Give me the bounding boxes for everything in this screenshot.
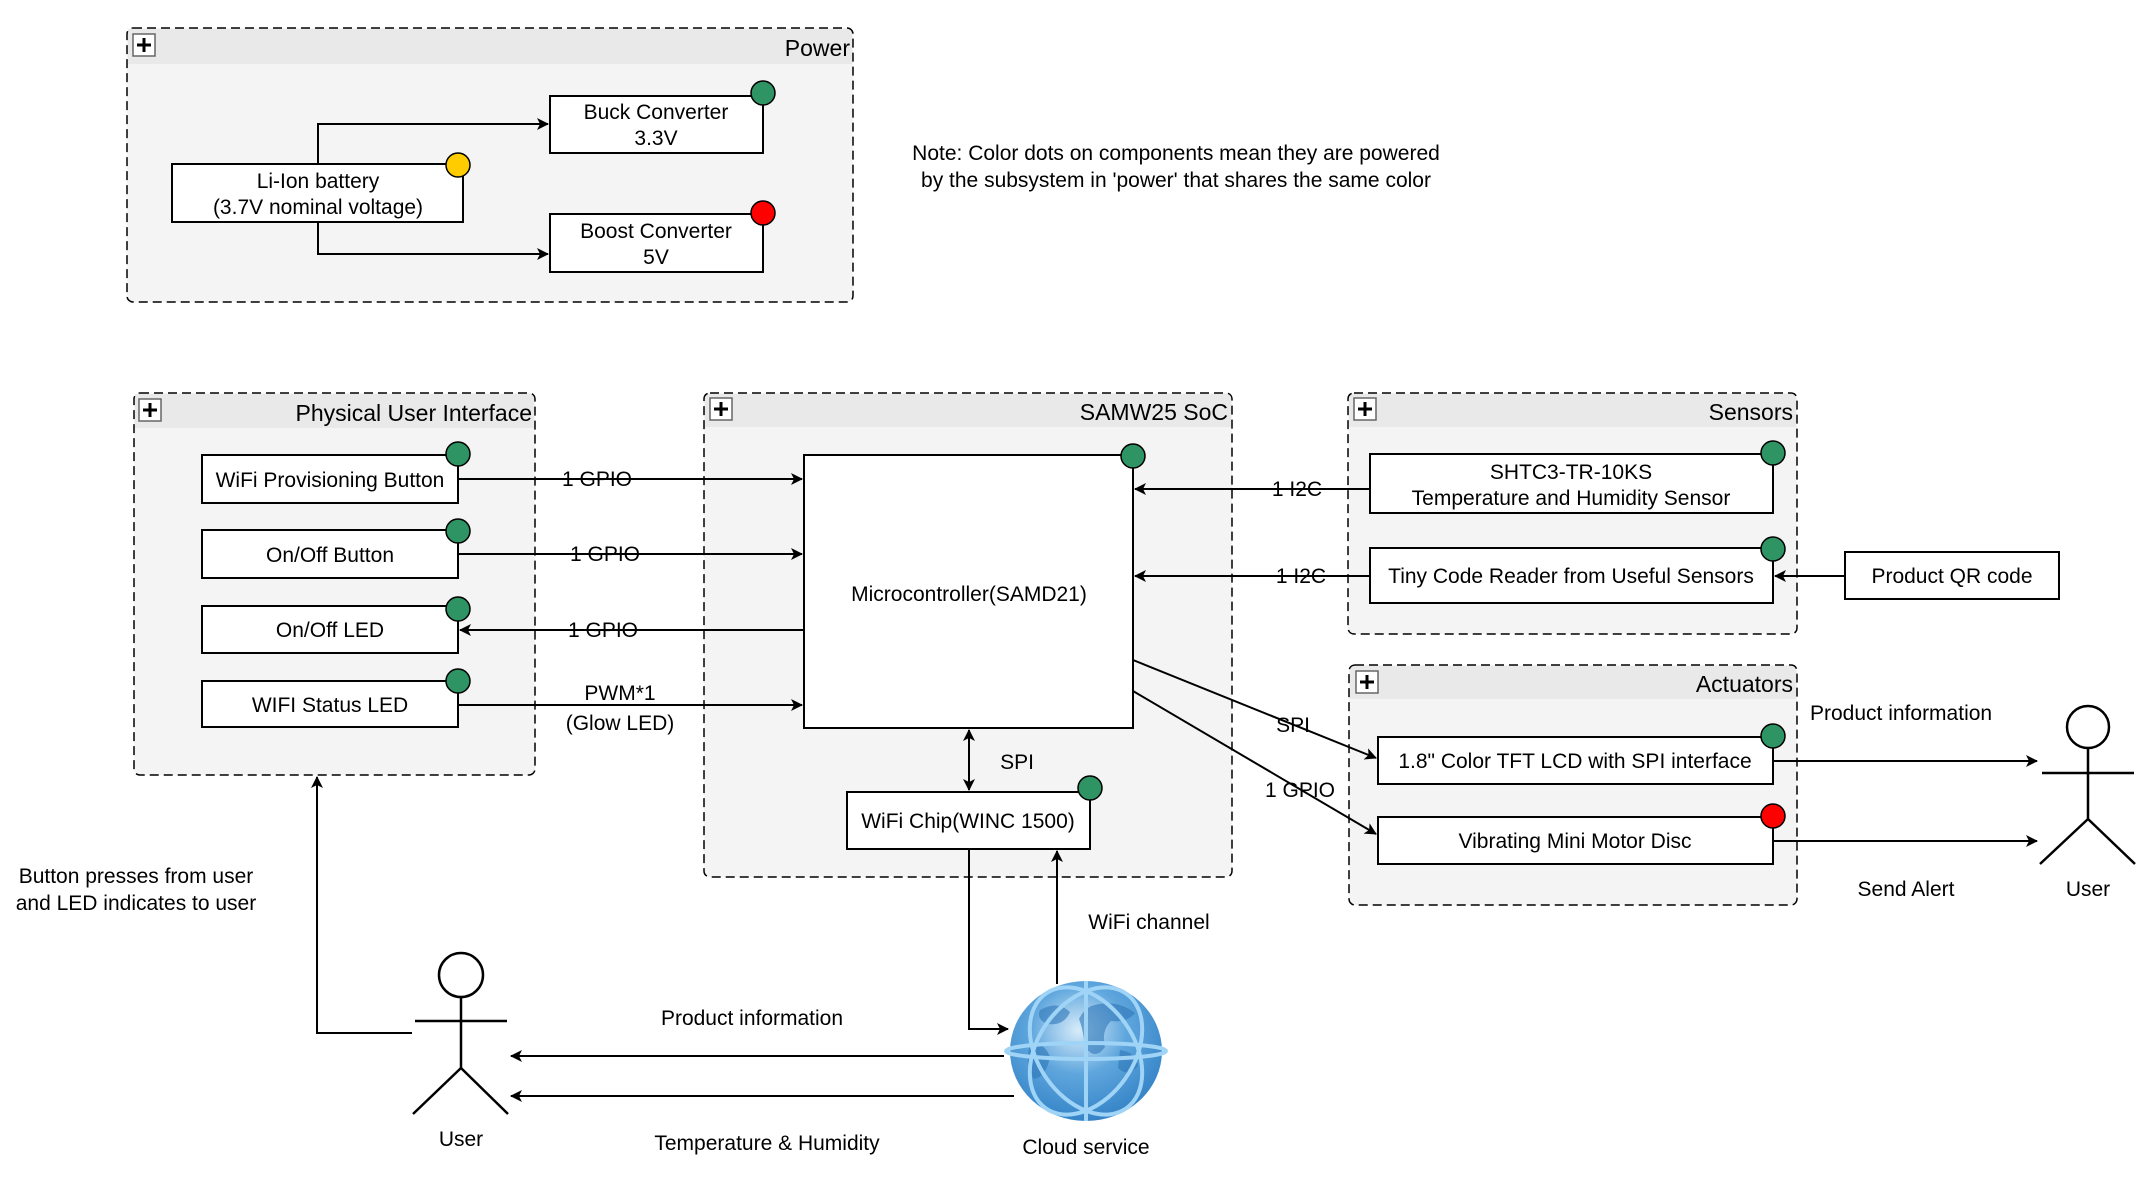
power-expand-button[interactable] <box>132 33 156 57</box>
block-diagram: Power Li-Ion battery (3.7V nominal volta… <box>16 27 2136 1159</box>
microcontroller-block[interactable]: Microcontroller(SAMD21) <box>803 443 1146 729</box>
actuators-group-title: Actuators <box>1696 671 1793 697</box>
actuators-expand-button[interactable] <box>1355 670 1379 694</box>
power-dot-red <box>1760 803 1786 829</box>
wifi-status-led-label: WIFI Status LED <box>252 694 408 717</box>
cloud-temp-humidity-label: Temperature & Humidity <box>654 1132 880 1155</box>
user-to-pui-label: Button presses from user and LED indicat… <box>16 865 256 915</box>
onoff-led-block[interactable]: On/Off LED <box>201 596 471 654</box>
soc-group: SAMW25 SoC Microcontroller(SAMD21) SPI W… <box>703 392 1233 878</box>
color-legend-note: Note: Color dots on components mean they… <box>912 142 1440 192</box>
power-dot-green <box>1077 775 1103 801</box>
product-qr-code-label: Product QR code <box>1871 565 2032 588</box>
boost-converter-label: Boost Converter <box>580 220 732 243</box>
wifi-provisioning-button-label: WiFi Provisioning Button <box>216 469 445 492</box>
power-group: Power Li-Ion battery (3.7V nominal volta… <box>126 27 854 303</box>
actor-body <box>412 997 509 1115</box>
boost-converter-voltage: 5V <box>643 246 669 269</box>
power-dot-green <box>750 80 776 106</box>
sensors-group-title: Sensors <box>1709 399 1793 425</box>
power-dot-green <box>445 668 471 694</box>
user-to-pui-label-line-2: and LED indicates to user <box>16 892 256 915</box>
power-dot-green <box>1120 443 1146 469</box>
user-actor-right[interactable]: User <box>2039 704 2136 901</box>
sensors-group: Sensors SHTC3-TR-10KS Temperature and Hu… <box>1347 392 1798 635</box>
actor-body <box>2039 748 2136 865</box>
cloud-service-label: Cloud service <box>1022 1136 1149 1159</box>
power-dot-green <box>1760 723 1786 749</box>
wifi-status-pwm-label: PWM*1 <box>584 682 655 705</box>
power-dot-yellow <box>445 152 471 178</box>
power-group-header <box>128 29 852 64</box>
onoff-led-label: On/Off LED <box>276 619 384 642</box>
user-to-pui-label-line-1: Button presses from user <box>19 865 254 888</box>
soc-expand-button[interactable] <box>709 397 733 421</box>
mcu-wifi-spi-label: SPI <box>1000 751 1034 774</box>
user-to-pui-link <box>311 776 412 1034</box>
buck-converter-voltage: 3.3V <box>634 127 677 150</box>
power-dot-green <box>1760 536 1786 562</box>
onoff-button-label: On/Off Button <box>266 544 394 567</box>
wifi-channel-label: WiFi channel <box>1088 911 1209 934</box>
power-dot-green <box>445 518 471 544</box>
wifi-status-pwm-sublabel: (Glow LED) <box>566 712 675 735</box>
battery-label: Li-Ion battery <box>257 170 380 193</box>
user-left-label: User <box>439 1128 483 1151</box>
shtc3-i2c-label: 1 I2C <box>1272 478 1322 501</box>
onoff-led-gpio-label: 1 GPIO <box>568 619 638 642</box>
pui-expand-button[interactable] <box>138 398 162 422</box>
lcd-spi-label: SPI <box>1276 714 1310 737</box>
buck-converter-label: Buck Converter <box>584 101 729 124</box>
onoff-button-gpio-label: 1 GPIO <box>570 543 640 566</box>
power-group-title: Power <box>785 35 851 61</box>
microcontroller-label: Microcontroller(SAMD21) <box>851 583 1087 606</box>
pui-group-title: Physical User Interface <box>296 400 532 426</box>
note-line-1: Note: Color dots on components mean they… <box>912 142 1440 165</box>
motor-gpio-label: 1 GPIO <box>1265 779 1335 802</box>
user-icon <box>412 951 509 1115</box>
user-icon <box>2039 704 2136 865</box>
user-actor-left[interactable]: User <box>412 951 509 1151</box>
soc-group-title: SAMW25 SoC <box>1080 399 1228 425</box>
sensors-expand-button[interactable] <box>1353 397 1377 421</box>
cloud-product-info-label: Product information <box>661 1007 843 1030</box>
motor-disc-label: Vibrating Mini Motor Disc <box>1458 830 1691 853</box>
product-qr-code-block[interactable]: Product QR code <box>1844 551 2060 600</box>
wifi-chip-label: WiFi Chip(WINC 1500) <box>861 810 1075 833</box>
note-line-2: by the subsystem in 'power' that shares … <box>921 169 1431 192</box>
cloud-service[interactable]: Cloud service <box>1004 966 1168 1159</box>
lcd-product-info-label: Product information <box>1810 702 1992 725</box>
shtc3-description: Temperature and Humidity Sensor <box>1412 487 1731 510</box>
tiny-code-reader-label: Tiny Code Reader from Useful Sensors <box>1388 565 1754 588</box>
motor-send-alert-label: Send Alert <box>1858 878 1955 901</box>
actuator-user-links: Product information Send Alert <box>1773 702 2038 901</box>
wifi-button-gpio-label: 1 GPIO <box>562 468 632 491</box>
shtc3-part-number: SHTC3-TR-10KS <box>1490 461 1652 484</box>
globe-icon <box>1004 981 1168 1121</box>
tiny-i2c-label: 1 I2C <box>1276 565 1326 588</box>
pui-group: Physical User Interface WiFi Provisionin… <box>133 392 536 776</box>
power-dot-red <box>750 200 776 226</box>
power-dot-green <box>445 441 471 467</box>
power-dot-green <box>445 596 471 622</box>
actor-head <box>437 951 485 999</box>
actor-head <box>2065 704 2111 750</box>
battery-voltage: (3.7V nominal voltage) <box>213 196 423 219</box>
actuators-group: Actuators 1.8" Color TFT LCD with SPI in… <box>1348 664 1798 906</box>
battery-block[interactable]: Li-Ion battery (3.7V nominal voltage) <box>171 152 471 223</box>
user-right-label: User <box>2066 878 2110 901</box>
power-dot-green <box>1760 440 1786 466</box>
tft-lcd-label: 1.8" Color TFT LCD with SPI interface <box>1398 750 1751 773</box>
